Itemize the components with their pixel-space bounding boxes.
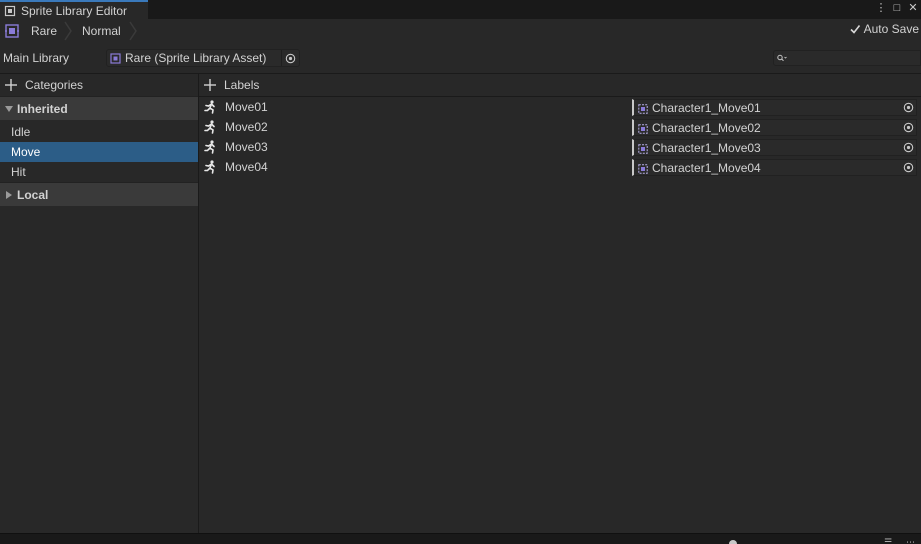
- label-name[interactable]: Move04: [225, 160, 268, 174]
- tab-title: Sprite Library Editor: [21, 3, 128, 18]
- breadcrumb-toolbar: Rare Normal Auto Save: [0, 19, 921, 43]
- sprite-name: Character1_Move04: [652, 160, 761, 175]
- expanded-triangle-icon[interactable]: [4, 105, 14, 112]
- search-input[interactable]: [791, 52, 911, 64]
- sprite-icon: [638, 163, 648, 174]
- list-view-icon[interactable]: ☰: [884, 537, 892, 544]
- sprite-icon: [638, 123, 648, 134]
- sprite-library-icon: [4, 5, 16, 17]
- group-inherited[interactable]: Inherited: [0, 96, 198, 120]
- label-name[interactable]: Move02: [225, 120, 268, 134]
- label-row[interactable]: Move02 Character1_Move02: [199, 117, 921, 137]
- status-bar: ☰ ⋯: [0, 533, 921, 544]
- sprite-icon: [638, 103, 648, 114]
- label-row[interactable]: Move04 Character1_Move04: [199, 157, 921, 177]
- autosave-label: Auto Save: [863, 22, 919, 36]
- object-picker-icon[interactable]: [281, 50, 299, 66]
- labels-panel: Labels Move01 Character1_Move01 Move02 C…: [199, 74, 921, 533]
- object-picker-icon[interactable]: [900, 100, 916, 115]
- breadcrumb-rare[interactable]: Rare: [31, 22, 57, 40]
- categories-title: Categories: [25, 78, 84, 92]
- main-library-row: Main Library Rare (Sprite Library Asset): [0, 43, 921, 73]
- running-person-icon: [204, 120, 216, 134]
- add-label-button[interactable]: [199, 74, 221, 96]
- tab-bar: Sprite Library Editor ⋮ □ ✕: [0, 0, 921, 19]
- categories-header: Categories: [0, 74, 198, 96]
- category-item-move[interactable]: Move: [0, 142, 198, 162]
- sprite-object-field[interactable]: Character1_Move01: [632, 99, 917, 116]
- label-row[interactable]: Move03 Character1_Move03: [199, 137, 921, 157]
- labels-title: Labels: [224, 78, 260, 92]
- close-icon[interactable]: ✕: [907, 1, 919, 16]
- label-row[interactable]: Move01 Character1_Move01: [199, 97, 921, 117]
- categories-panel: Categories Inherited Idle Move Hit Local: [0, 74, 198, 533]
- more-options-icon[interactable]: ⋮: [875, 1, 887, 16]
- breadcrumb-normal[interactable]: Normal: [82, 22, 121, 40]
- group-inherited-title: Inherited: [17, 101, 68, 116]
- object-picker-icon[interactable]: [900, 140, 916, 155]
- breadcrumb-separator-icon: [64, 21, 72, 41]
- category-item-hit[interactable]: Hit: [0, 162, 198, 182]
- sprite-library-asset-icon: [4, 23, 20, 39]
- maximize-icon[interactable]: □: [891, 1, 903, 16]
- main-library-value: Rare (Sprite Library Asset): [125, 51, 267, 65]
- checkmark-icon[interactable]: [849, 23, 861, 35]
- label-name[interactable]: Move03: [225, 140, 268, 154]
- main-library-object-field[interactable]: Rare (Sprite Library Asset): [106, 49, 300, 67]
- breadcrumb-separator-icon: [129, 21, 137, 41]
- labels-header: Labels: [199, 74, 921, 96]
- group-local[interactable]: Local: [0, 182, 198, 206]
- sprite-object-field[interactable]: Character1_Move03: [632, 139, 917, 156]
- tab-sprite-library-editor[interactable]: Sprite Library Editor: [0, 0, 148, 19]
- object-picker-icon[interactable]: [900, 160, 916, 175]
- main-library-label: Main Library: [3, 51, 70, 65]
- zoom-slider-handle[interactable]: [729, 540, 737, 544]
- sprite-name: Character1_Move02: [652, 120, 761, 135]
- search-icon: [777, 51, 787, 65]
- sprite-library-asset-icon: [110, 52, 121, 64]
- object-picker-icon[interactable]: [900, 120, 916, 135]
- add-category-button[interactable]: [0, 74, 22, 96]
- sprite-icon: [638, 143, 648, 154]
- running-person-icon: [204, 100, 216, 114]
- search-field[interactable]: [773, 50, 921, 66]
- running-person-icon: [204, 160, 216, 174]
- collapsed-triangle-icon[interactable]: [4, 190, 14, 199]
- label-name[interactable]: Move01: [225, 100, 268, 114]
- sprite-name: Character1_Move03: [652, 140, 761, 155]
- group-local-title: Local: [17, 187, 49, 202]
- sprite-library-editor-window: Sprite Library Editor ⋮ □ ✕ Rare Normal …: [0, 0, 921, 544]
- grid-view-icon[interactable]: ⋯: [906, 537, 915, 544]
- sprite-name: Character1_Move01: [652, 100, 761, 115]
- sprite-object-field[interactable]: Character1_Move02: [632, 119, 917, 136]
- autosave-toggle[interactable]: Auto Save: [849, 22, 919, 36]
- running-person-icon: [204, 140, 216, 154]
- category-item-idle[interactable]: Idle: [0, 122, 198, 142]
- sprite-object-field[interactable]: Character1_Move04: [632, 159, 917, 176]
